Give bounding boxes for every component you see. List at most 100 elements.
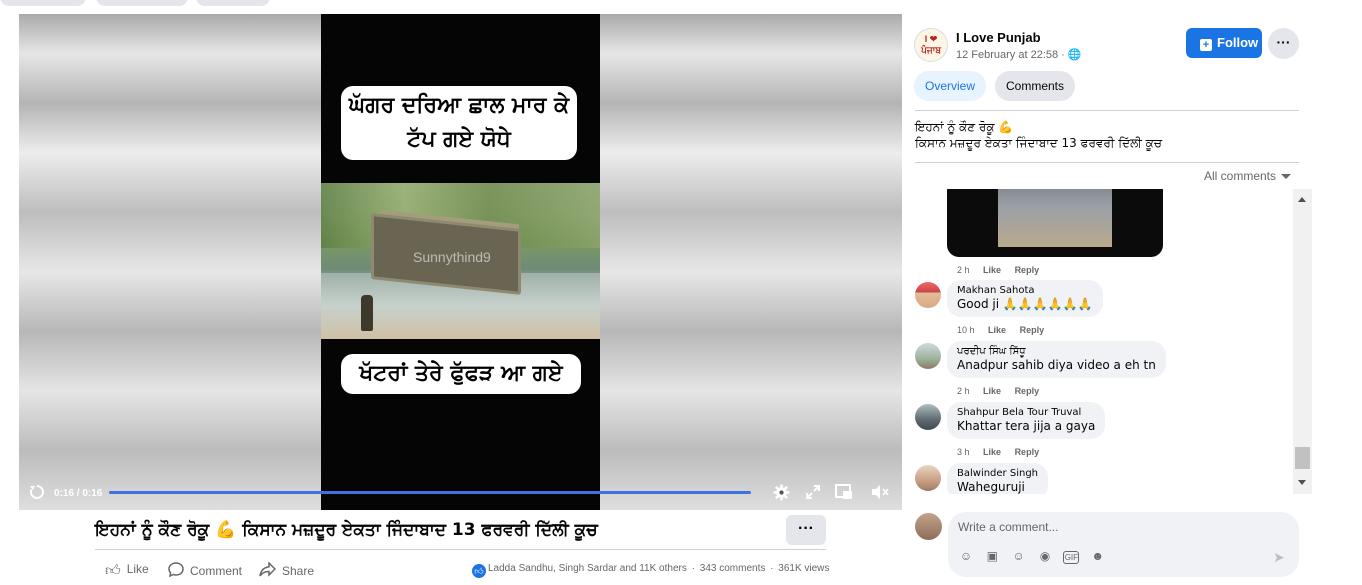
comment-author[interactable]: Makhan Sahota [957,285,1093,296]
video-controls: 0:16 / 0:16 [19,480,902,510]
all-comments-dropdown[interactable]: All comments [1204,169,1292,183]
pip-icon[interactable] [835,484,853,503]
post-more-button[interactable]: ··· [786,515,826,545]
sticker-icon[interactable]: ▣ [984,549,1000,563]
comment-time: 10 h [957,325,975,335]
comment-bubble-icon [168,562,184,581]
tab-comments[interactable]: Comments [995,71,1076,101]
comments-scrollbar[interactable] [1293,189,1312,494]
follow-label: Follow [1217,35,1259,50]
mute-icon[interactable] [870,484,890,503]
avatar[interactable] [915,343,941,369]
avatar[interactable] [915,404,941,430]
avatar[interactable] [915,465,941,491]
comment-text: Waheguruji [957,480,1025,494]
page-avatar[interactable]: I ❤ ਪੰਜਾਬ [914,28,948,62]
video-caption-top: ਘੱਗਰ ਦਰਿਆ ਛਾਲ ਮਾਰ ਕੇ ਟੱਪ ਗਏ ਯੋਧੇ [341,86,577,160]
replay-icon[interactable] [28,483,46,504]
emoji-icon[interactable]: ☺ [1011,549,1027,563]
comment-bubble: ਪਰਦੀਪ ਸਿੰਘ ਸਿੱਧੂ Anadpur sahib diya vide… [947,341,1166,378]
comment-composer[interactable]: Write a comment... ☺︎ ▣ ☺ ◉ GIF ☻ ➤ [948,512,1299,577]
panel-divider [915,110,1299,111]
share-label: Share [282,564,315,578]
video-watermark: Sunnythind9 [413,249,491,265]
top-pill[interactable] [0,0,86,6]
share-button[interactable]: Share [259,561,315,581]
thumbs-up-icon: 👍︎ [105,562,121,579]
follow-button[interactable]: + Follow [1186,28,1262,58]
comment-like[interactable]: Like [983,447,1001,457]
thumbnail-image [998,189,1112,247]
fullscreen-icon[interactable] [805,484,821,503]
all-comments-label: All comments [1204,169,1277,183]
video-frame: ਘੱਗਰ ਦਰਿਆ ਛਾਲ ਮਾਰ ਕੇ ਟੱਪ ਗਏ ਯੋਧੇ Sunnyth… [321,14,600,510]
tab-overview[interactable]: Overview [914,71,987,101]
avatar-sticker-icon[interactable]: ☺︎ [958,549,974,563]
comments-list: 2 h Like Reply Makhan Sahota Good ji 🙏🙏🙏… [911,189,1290,494]
post-divider [95,549,826,550]
like-reaction-icon: 👍︎ [472,564,486,578]
views-count: 361K views [778,563,830,574]
comment-reply[interactable]: Reply [1020,325,1045,335]
comment-meta: 2 h Like Reply [957,386,1050,396]
comment-reply[interactable]: Reply [1015,265,1040,275]
scroll-up-icon[interactable] [1298,197,1306,202]
scroll-down-icon[interactable] [1298,480,1306,485]
page-more-button[interactable]: ··· [1268,28,1299,59]
comment-text: Khattar tera jija a gaya [957,419,1096,433]
comment-video-thumbnail[interactable] [947,189,1163,257]
comment-reply[interactable]: Reply [1015,386,1040,396]
comment-text: Good ji 🙏🙏🙏🙏🙏🙏 [957,297,1093,311]
comments-count[interactable]: 343 comments [700,563,766,574]
comment-like[interactable]: Like [983,386,1001,396]
current-user-avatar[interactable] [915,513,942,540]
video-time: 0:16 / 0:16 [54,488,103,499]
plus-icon: + [1200,39,1212,51]
page-name[interactable]: I Love Punjab [956,30,1041,45]
comment-label: Comment [190,564,243,578]
like-button[interactable]: 👍︎ Like [105,562,149,580]
like-label: Like [126,562,149,576]
video-caption-bottom: ਖੱਟਰਾਂ ਤੇਰੇ ਫੁੱਫੜ ਆ ਗਏ [341,354,581,394]
post-date[interactable]: 12 February at 22:58 · 🌐 [956,48,1082,61]
panel-divider [915,162,1299,163]
share-arrow-icon [259,561,277,581]
send-icon[interactable]: ➤ [1273,549,1285,566]
comment-like[interactable]: Like [988,325,1006,335]
comment-author[interactable]: Shahpur Bela Tour Truval [957,407,1095,418]
comment-input[interactable]: Write a comment... [958,520,1058,534]
video-player[interactable]: ਘੱਗਰ ਦਰਿਆ ਛਾਲ ਮਾਰ ਕੇ ਟੱਪ ਗਏ ਯੋਧੇ Sunnyth… [19,14,902,510]
composer-tools: ☺︎ ▣ ☺ ◉ GIF ☻ [958,549,1113,564]
description-line: ਇਹਨਾਂ ਨੂੰ ਕੌਣ ਰੋਕੂ 💪 [915,120,1014,134]
reactions-summary[interactable]: 👍︎ Ladda Sandhu, Singh Sardar and 11K oth… [472,563,829,578]
top-pill[interactable] [196,0,270,6]
video-clip-image: Sunnythind9 [321,183,600,339]
comment-time: 2 h [957,265,970,275]
top-pill[interactable] [96,0,188,6]
top-strip [0,0,1362,14]
comment-bubble: Makhan Sahota Good ji 🙏🙏🙏🙏🙏🙏 [947,280,1103,317]
comment-meta: 3 h Like Reply [957,447,1050,457]
comment-button[interactable]: Comment [168,562,242,581]
post-title: ਇਹਨਾਂ ਨੂੰ ਕੌਣ ਰੋਕੂ 💪 ਕਿਸਾਨ ਮਜ਼ਦੂਰ ਏਕਤਾ ਜ… [95,520,598,540]
post-description: ਇਹਨਾਂ ਨੂੰ ਕੌਣ ਰੋਕੂ 💪 ਕਿਸਾਨ ਮਜ਼ਦੂਰ ਏਕਤਾ ਜ… [915,119,1162,151]
comment-meta: 10 h Like Reply [957,325,1055,335]
comment-like[interactable]: Like [983,265,1001,275]
settings-gear-icon[interactable] [773,484,790,504]
scrollbar-thumb[interactable] [1295,447,1310,469]
comment-author[interactable]: ਪਰਦੀਪ ਸਿੰਘ ਸਿੱਧੂ [957,346,1156,357]
avatar[interactable] [915,282,941,308]
comment-time: 2 h [957,386,970,396]
camera-icon[interactable]: ◉ [1037,549,1053,563]
comment-reply[interactable]: Reply [1015,447,1040,457]
clip-person [361,295,373,331]
comment-author[interactable]: Balwinder Singh [957,468,1038,479]
comment-bubble: Shahpur Bela Tour Truval Khattar tera ji… [947,402,1106,439]
caret-down-icon [1281,174,1292,179]
comment-text: Anadpur sahib diya video a eh tn [957,358,1156,372]
description-line: ਕਿਸਾਨ ਮਜ਼ਦੂਰ ਏਕਤਾ ਜਿੰਦਾਬਾਦ 13 ਫਰਵਰੀ ਦਿੱਲ… [915,136,1162,150]
gif-icon[interactable]: GIF [1063,551,1080,564]
sticker-face-icon[interactable]: ☻ [1090,549,1106,563]
video-progress-bar[interactable] [109,491,751,494]
reactions-text: Ladda Sandhu, Singh Sardar and 11K other… [488,563,687,574]
